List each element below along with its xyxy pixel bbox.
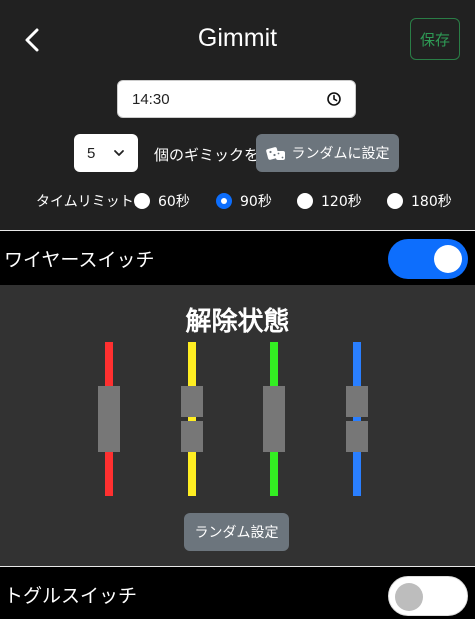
wire-switch-toggle[interactable] xyxy=(388,239,468,279)
toggle-switch-toggle[interactable] xyxy=(388,576,468,616)
radio-label: 180秒 xyxy=(411,194,452,210)
time-limit-label: タイムリミット: xyxy=(36,194,139,210)
time-limit-option-90[interactable]: 90秒 xyxy=(216,191,272,211)
radio-button[interactable] xyxy=(134,193,150,209)
toggle-knob xyxy=(434,245,462,273)
wire-block-2-1[interactable] xyxy=(181,386,203,417)
wire-block-4-2[interactable] xyxy=(346,421,368,452)
random-setting-button[interactable]: ランダムに設定 xyxy=(256,134,399,172)
save-button[interactable]: 保存 xyxy=(410,18,460,60)
radio-label: 120秒 xyxy=(321,194,362,210)
random-setting-label: ランダムに設定 xyxy=(291,146,390,162)
wire-block-2-2[interactable] xyxy=(181,421,203,452)
radio-button[interactable] xyxy=(297,193,313,209)
gimmick-count-value: 5 xyxy=(87,144,96,162)
time-input[interactable]: 14:30 xyxy=(117,80,356,118)
wire-switch-row: ワイヤースイッチ xyxy=(0,231,475,285)
wire-block-1[interactable] xyxy=(98,386,120,452)
dice-icon xyxy=(265,147,285,160)
time-limit-option-180[interactable]: 180秒 xyxy=(387,191,452,211)
time-value: 14:30 xyxy=(132,90,170,108)
wire-switch-label: ワイヤースイッチ xyxy=(4,249,155,271)
wire-block-4-1[interactable] xyxy=(346,386,368,417)
time-limit-option-120[interactable]: 120秒 xyxy=(297,191,362,211)
radio-button-checked[interactable] xyxy=(216,193,232,209)
toggle-switch-label: トグルスイッチ xyxy=(4,585,138,607)
radio-button[interactable] xyxy=(387,193,403,209)
chevron-down-icon xyxy=(114,150,124,156)
gimmick-count-select[interactable]: 5 xyxy=(74,134,138,172)
wire-block-3[interactable] xyxy=(263,386,285,452)
settings-header: Gimmit 保存 14:30 5 個のギミックを ランダムに設定 タイムリミッ… xyxy=(0,0,475,230)
app-title: Gimmit xyxy=(197,24,278,52)
toggle-knob xyxy=(395,583,423,611)
wire-4[interactable] xyxy=(353,342,361,496)
random-set-button[interactable]: ランダム設定 xyxy=(184,513,289,551)
wire-panel: 解除状態 ランダム設定 xyxy=(0,285,475,566)
toggle-switch-row: トグルスイッチ xyxy=(0,567,475,619)
wire-2[interactable] xyxy=(188,342,196,496)
clock-icon[interactable] xyxy=(327,92,341,106)
gimmick-count-suffix: 個のギミックを xyxy=(154,146,260,164)
radio-label: 90秒 xyxy=(240,194,272,210)
radio-label: 60秒 xyxy=(158,194,190,210)
time-limit-option-60[interactable]: 60秒 xyxy=(134,191,190,211)
